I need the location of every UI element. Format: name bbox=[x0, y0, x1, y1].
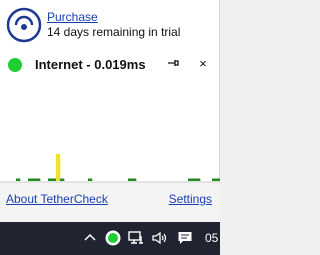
popup-footer: About TetherCheck Settings bbox=[0, 182, 220, 222]
network-icon[interactable] bbox=[126, 228, 146, 248]
connection-status-indicator bbox=[8, 58, 22, 72]
ping-spike-bar bbox=[56, 154, 61, 182]
windows-taskbar: 05 bbox=[0, 222, 220, 255]
tethercheck-logo-icon bbox=[6, 7, 42, 43]
connection-latency-label: Internet - 0.019ms bbox=[35, 57, 146, 72]
taskbar-clock[interactable]: 05 bbox=[205, 231, 218, 245]
tethercheck-tray-icon[interactable] bbox=[103, 228, 123, 248]
chevron-up-icon[interactable] bbox=[80, 228, 100, 248]
close-button[interactable]: × bbox=[196, 56, 210, 72]
settings-link[interactable]: Settings bbox=[169, 192, 212, 206]
pin-glyph bbox=[168, 60, 179, 66]
pin-icon[interactable] bbox=[166, 56, 180, 72]
ping-history-graph bbox=[16, 154, 220, 182]
tethercheck-popup: Purchase 14 days remaining in trial Inte… bbox=[0, 0, 220, 222]
about-tethercheck-link[interactable]: About TetherCheck bbox=[6, 192, 108, 206]
trial-remaining-text: 14 days remaining in trial bbox=[47, 25, 181, 39]
action-center-icon[interactable] bbox=[175, 228, 195, 248]
purchase-link[interactable]: Purchase bbox=[47, 10, 98, 24]
volume-icon[interactable] bbox=[150, 228, 170, 248]
